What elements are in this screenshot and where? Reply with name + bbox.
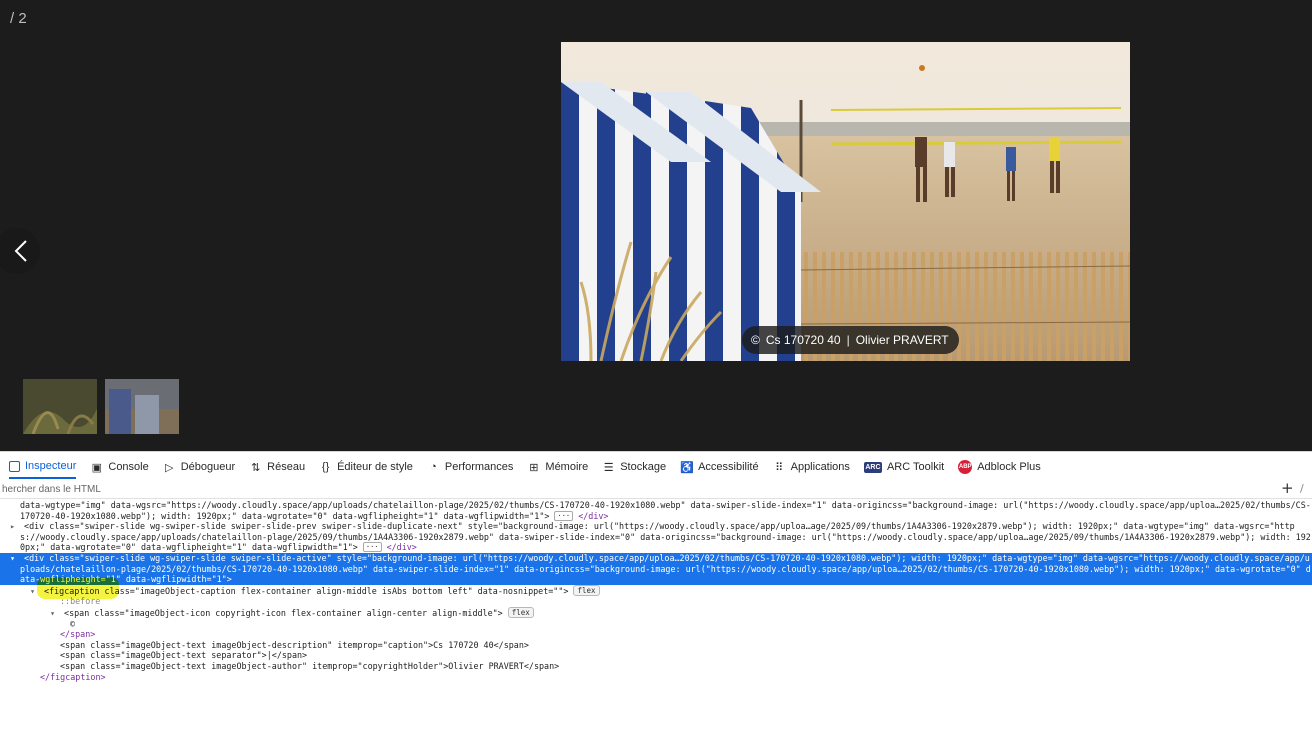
tab-adblock-plus[interactable]: ABP Adblock Plus [958,455,1041,479]
slide-counter: / 2 [10,10,27,27]
thumbnail-strip [23,379,179,434]
accessibility-icon: ♿ [680,461,694,474]
collapse-arrow-icon[interactable]: ▾ [10,553,19,564]
add-node-button[interactable]: + [1281,479,1294,497]
tree-node[interactable]: <span class="imageObject-text separator"… [0,650,1312,661]
image-lightbox: / 2 © Cs 170720 40 | Olivier PRAVERT [0,0,1312,451]
style-editor-icon: {} [321,461,330,473]
collapse-arrow-icon[interactable]: ▾ [50,608,59,619]
copyright-icon: © [751,333,760,347]
thumbnail-2[interactable] [105,379,179,434]
tab-arc-toolkit[interactable]: ARC ARC Toolkit [863,455,944,479]
tree-node[interactable]: </span> [0,629,1312,640]
collapsed-content-button[interactable]: ··· [362,542,382,553]
tab-reseau[interactable]: ⇅ Réseau [249,455,305,479]
memory-icon: ⊞ [529,461,539,474]
tree-node[interactable]: <span class="imageObject-text imageObjec… [0,640,1312,651]
tree-node[interactable]: ::before [0,596,1312,607]
tree-node[interactable]: ▾ <span class="imageObject-icon copyrigh… [0,606,1312,619]
tree-node[interactable]: ▸ <div class="swiper-slide wg-swiper-sli… [0,521,1312,553]
active-slide-image [561,42,1130,361]
collapsed-content-button[interactable]: ··· [554,510,574,521]
tree-node[interactable]: </figcaption> [0,672,1312,683]
tab-console[interactable]: ▣ Console [90,455,149,479]
adblock-plus-icon: ABP [958,460,973,474]
markup-tree: data-wgtype="img" data-wgsrc="https://wo… [0,500,1312,731]
tab-accessibilite[interactable]: ♿ Accessibilité [680,455,759,479]
pick-element-icon[interactable]: / [1300,482,1304,495]
network-icon: ⇅ [251,461,261,474]
applications-icon: ⠿ [775,461,784,474]
caption-author: Olivier PRAVERT [855,333,949,347]
flex-badge[interactable]: flex [573,584,600,596]
devtools-tab-bar: Inspecteur ▣ Console ▷ Débogueur ⇅ Résea… [0,455,1312,479]
thumbnail-1[interactable] [23,379,97,434]
expand-arrow-icon[interactable]: ▸ [10,521,19,532]
tab-stockage[interactable]: ☰ Stockage [602,455,666,479]
chevron-left-icon [14,240,27,262]
devtools-panel: Inspecteur ▣ Console ▷ Débogueur ⇅ Résea… [0,451,1312,731]
tree-node-selected[interactable]: ▾ <div class="swiper-slide wg-swiper-sli… [0,552,1312,585]
html-search-bar: + / [0,479,1312,499]
tab-debogueur[interactable]: ▷ Débogueur [163,455,235,479]
html-search-input[interactable] [0,481,1200,498]
tree-node[interactable]: <span class="imageObject-text imageObjec… [0,661,1312,672]
tree-node[interactable]: ▾ <figcaption class="imageObject-caption… [0,584,1312,597]
performance-icon: ◔ [430,461,437,473]
caption-description: Cs 170720 40 [765,333,841,347]
image-caption: © Cs 170720 40 | Olivier PRAVERT [742,326,959,354]
tree-text-node[interactable]: © [0,619,1312,630]
arc-toolkit-icon: ARC [863,461,882,473]
console-icon: ▣ [91,461,103,474]
tab-inspecteur[interactable]: Inspecteur [9,455,77,479]
storage-icon: ☰ [603,461,614,474]
caption-separator: | [846,333,850,347]
previous-slide-button[interactable] [0,228,40,274]
flex-badge[interactable]: flex [507,606,534,618]
highlight-marker [37,577,119,599]
tab-performances[interactable]: ◔ Performances [427,455,513,479]
inspector-icon [9,460,20,472]
tree-node[interactable]: data-wgtype="img" data-wgsrc="https://wo… [0,500,1312,521]
tab-editeur-de-style[interactable]: {} Éditeur de style [319,455,413,479]
tab-memoire[interactable]: ⊞ Mémoire [527,455,588,479]
tab-applications[interactable]: ⠿ Applications [773,455,850,479]
debugger-icon: ▷ [165,461,174,474]
